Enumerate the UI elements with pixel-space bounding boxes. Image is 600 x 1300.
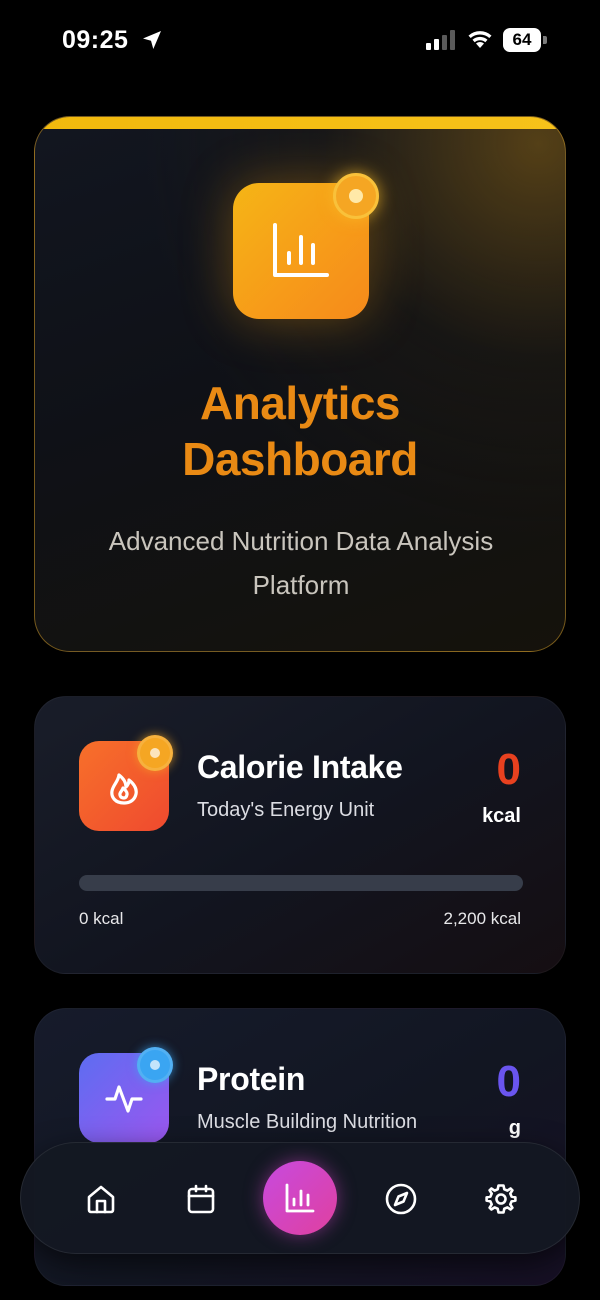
- page-subtitle: Advanced Nutrition Data Analysis Platfor…: [108, 526, 494, 600]
- page-title-line1: Analytics: [199, 377, 401, 429]
- calorie-unit: kcal: [482, 805, 521, 827]
- analytics-hero-card: Analytics Dashboard Advanced Nutrition D…: [34, 116, 566, 652]
- bottom-tab-bar: [20, 1142, 580, 1254]
- page-title-line2: Dashboard: [182, 433, 418, 485]
- location-arrow-icon: [143, 31, 161, 49]
- battery-icon: 64: [503, 28, 547, 52]
- tab-analytics[interactable]: [263, 1161, 337, 1235]
- calorie-intake-card[interactable]: Calorie Intake Today's Energy Unit 0 kca…: [34, 696, 566, 974]
- card-title: Calorie Intake: [197, 749, 403, 785]
- card-subtitle: Muscle Building Nutrition: [197, 1111, 418, 1133]
- page-title: Analytics Dashboard: [35, 375, 565, 487]
- compass-icon: [385, 1183, 417, 1215]
- gear-icon: [485, 1184, 517, 1214]
- tab-discover[interactable]: [367, 1165, 435, 1233]
- calorie-progress-bar: [79, 875, 523, 891]
- battery-level: 64: [503, 28, 541, 52]
- range-min-label: 0 kcal: [79, 909, 124, 928]
- calendar-icon: [187, 1184, 215, 1214]
- tab-settings[interactable]: [467, 1165, 535, 1233]
- bar-chart-icon: [285, 1183, 315, 1213]
- range-max-label: 2,200 kcal: [443, 909, 522, 928]
- wifi-icon: [468, 31, 492, 48]
- notification-dot: [333, 173, 379, 219]
- tab-home[interactable]: [67, 1165, 135, 1233]
- status-time: 09:25: [62, 26, 129, 54]
- home-icon: [87, 1185, 115, 1214]
- status-dot: [137, 1047, 173, 1083]
- card-subtitle: Today's Energy Unit: [197, 799, 375, 821]
- protein-value: 0: [496, 1057, 521, 1106]
- tab-calendar[interactable]: [167, 1165, 235, 1233]
- cellular-signal-icon: [426, 30, 455, 50]
- calorie-value: 0: [496, 745, 521, 794]
- hero-accent-bar: [35, 117, 565, 129]
- protein-unit: g: [508, 1117, 521, 1139]
- status-dot: [137, 735, 173, 771]
- card-title: Protein: [197, 1061, 306, 1097]
- status-bar: 09:25 64: [0, 0, 600, 82]
